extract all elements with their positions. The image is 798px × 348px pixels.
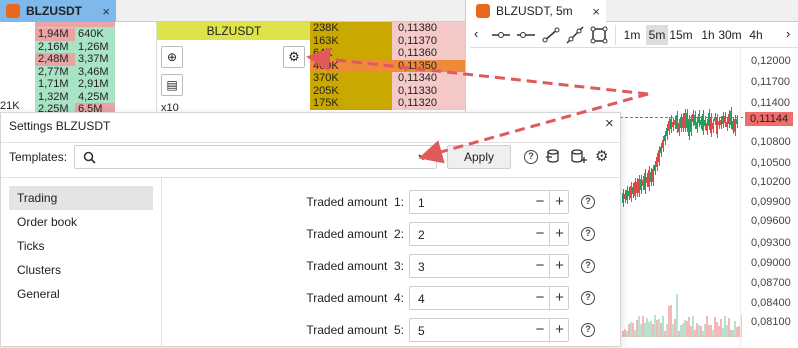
price-label: 0,11700	[751, 76, 790, 88]
price-label: 0,10800	[751, 136, 791, 148]
price-label: 0,08700	[751, 277, 791, 289]
price-label: 0,09600	[751, 215, 791, 227]
price-label: 0,10200	[751, 176, 791, 188]
price-label: 0,09900	[751, 196, 791, 208]
current-price-tag: 0,11144	[745, 112, 794, 126]
price-label: 0,08100	[751, 316, 791, 328]
price-label: 0,09000	[751, 257, 791, 269]
price-label: 0,12000	[751, 55, 791, 67]
price-label: 0,10500	[751, 157, 791, 169]
price-label: 0,08400	[751, 297, 791, 309]
price-label: 0,09300	[751, 237, 791, 249]
price-label: 0,11400	[751, 97, 790, 109]
annotation-arrows	[306, 47, 649, 164]
